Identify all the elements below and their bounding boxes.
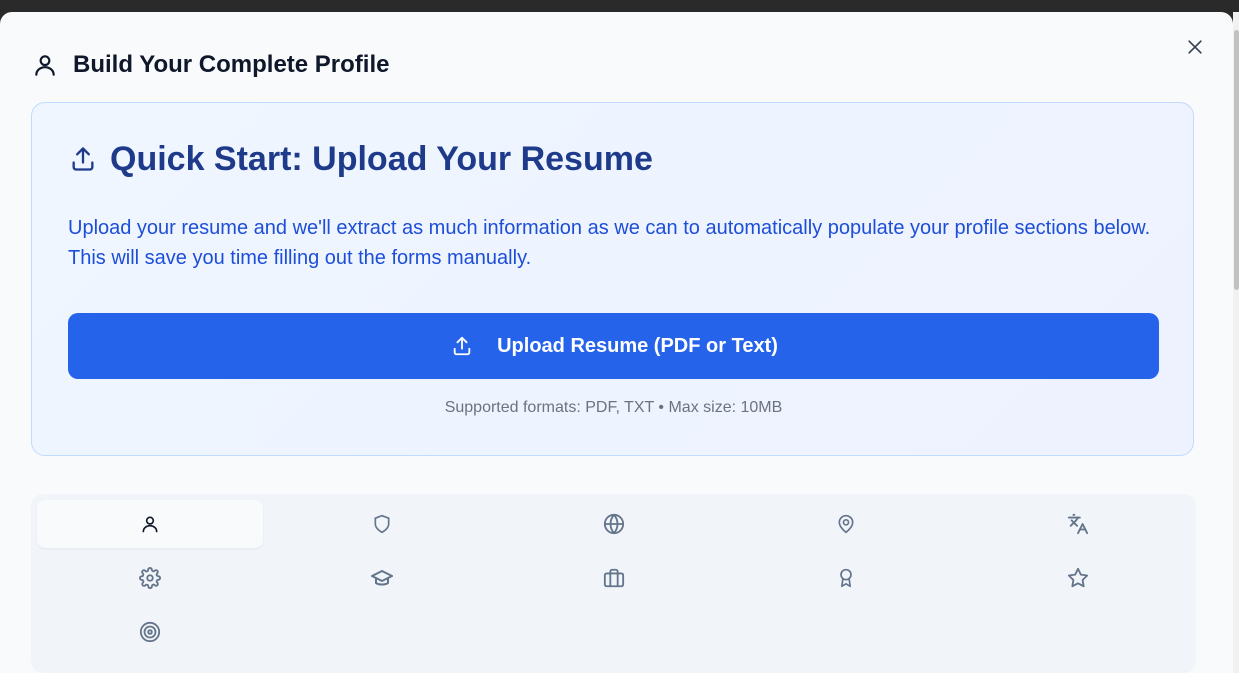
close-button[interactable] <box>1182 36 1208 62</box>
graduation-cap-icon <box>370 566 394 590</box>
tab-location[interactable] <box>733 500 959 548</box>
upload-icon <box>68 144 98 174</box>
upload-resume-button[interactable]: Upload Resume (PDF or Text) <box>68 313 1159 379</box>
upload-icon <box>449 333 475 359</box>
tab-goals[interactable] <box>37 608 263 656</box>
globe-icon <box>603 513 625 535</box>
tab-security[interactable] <box>269 500 495 548</box>
tab-experience[interactable] <box>501 554 727 602</box>
modal-header: Build Your Complete Profile <box>32 50 389 80</box>
settings-icon <box>139 567 161 589</box>
upload-card-title: Quick Start: Upload Your Resume <box>110 139 653 178</box>
tab-languages[interactable] <box>965 500 1191 548</box>
tab-personal[interactable] <box>37 500 263 548</box>
target-icon <box>139 621 161 643</box>
modal-title: Build Your Complete Profile <box>73 51 390 78</box>
profile-section-tabs <box>31 494 1196 673</box>
upload-card-header: Quick Start: Upload Your Resume <box>68 139 653 179</box>
resume-upload-card: Quick Start: Upload Your Resume Upload y… <box>31 102 1194 456</box>
close-icon <box>1185 37 1205 62</box>
tab-skills[interactable] <box>965 554 1191 602</box>
star-icon <box>1067 567 1089 589</box>
profile-modal: Build Your Complete Profile Quick Start:… <box>0 12 1233 673</box>
supported-formats-text: Supported formats: PDF, TXT • Max size: … <box>444 399 783 416</box>
tab-online-presence[interactable] <box>501 500 727 548</box>
scrollbar-thumb[interactable] <box>1234 30 1239 290</box>
map-pin-icon <box>836 514 856 534</box>
tab-education[interactable] <box>269 554 495 602</box>
briefcase-icon <box>603 567 625 589</box>
shield-icon <box>372 514 392 534</box>
upload-card-description: Upload your resume and we'll extract as … <box>68 217 1151 269</box>
tab-certifications[interactable] <box>733 554 959 602</box>
award-icon <box>836 567 856 589</box>
upload-button-label: Upload Resume (PDF or Text) <box>497 334 778 357</box>
user-icon <box>140 514 160 534</box>
user-icon <box>32 52 58 78</box>
tab-preferences[interactable] <box>37 554 263 602</box>
languages-icon <box>1067 513 1089 535</box>
